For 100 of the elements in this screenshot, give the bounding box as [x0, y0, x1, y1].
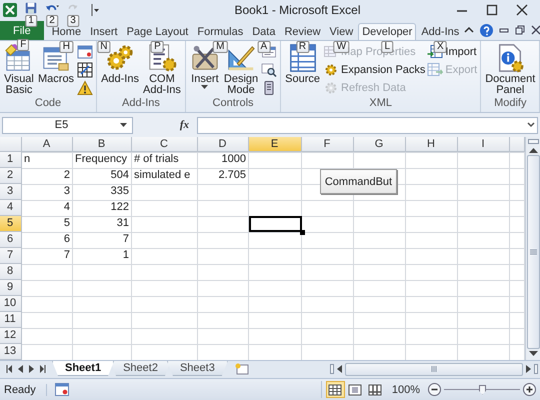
table-icon — [288, 43, 318, 73]
ribbon-tab[interactable]: Add-Ins — [417, 23, 464, 40]
page-break-icon — [368, 382, 382, 396]
gear-icon — [323, 80, 340, 96]
ribbon-tab[interactable]: View — [326, 23, 358, 40]
row-header[interactable]: 6 — [0, 232, 22, 248]
magnifier-icon — [261, 62, 278, 78]
separator-icon — [89, 3, 99, 17]
excel-logo-icon — [3, 3, 17, 17]
ribbon-button[interactable]: Expansion Packs — [322, 61, 426, 78]
sheet-tab[interactable]: Sheet2 — [110, 361, 171, 376]
table-cell-text: 5 — [62, 216, 71, 231]
save-button[interactable] — [25, 2, 37, 14]
ribbon-button[interactable] — [76, 61, 94, 78]
row-header[interactable]: 13 — [0, 344, 22, 360]
row-header[interactable]: 10 — [0, 296, 22, 312]
row-header[interactable]: 5 — [0, 216, 22, 232]
table-cell-text: 6 — [62, 232, 71, 247]
scroll-left-icon — [337, 365, 342, 373]
keytip-tooltip: M — [213, 41, 228, 53]
keytip-tooltip: 2 — [46, 15, 58, 27]
ribbon-button[interactable] — [76, 79, 94, 96]
fill-handle-icon — [300, 230, 305, 235]
formula-input[interactable] — [197, 116, 538, 134]
table-cell-text: simulated e — [133, 168, 192, 183]
save-icon — [25, 2, 37, 14]
table-cell-text: 1000 — [220, 152, 247, 167]
table-cell-text: 7 — [62, 248, 71, 263]
scroll-up-icon — [528, 147, 538, 153]
column-header[interactable]: F — [302, 137, 354, 152]
row-header[interactable]: 3 — [0, 184, 22, 200]
row-header[interactable]: 4 — [0, 200, 22, 216]
split-box-icon — [330, 364, 334, 374]
insert-sheet-icon — [234, 363, 250, 375]
row-header[interactable]: 9 — [0, 280, 22, 296]
table-cell-text: 7 — [122, 232, 130, 247]
gear-icon — [323, 62, 340, 78]
next-sheet-icon — [29, 365, 34, 373]
ruler-icon — [226, 43, 256, 73]
last-sheet-icon — [40, 365, 46, 373]
grid-icon — [328, 382, 342, 396]
table-cell-text: 1 — [122, 248, 130, 263]
column-header[interactable]: I — [458, 137, 510, 152]
ribbon-button[interactable] — [260, 61, 278, 78]
ribbon-tab[interactable]: Data — [248, 23, 280, 40]
ribbon-button[interactable]: Document Panel — [483, 43, 538, 97]
sheet-tab[interactable]: Sheet3 — [166, 361, 228, 376]
zoom-in-icon — [523, 383, 536, 396]
active-cell[interactable] — [249, 216, 302, 232]
first-sheet-icon — [6, 365, 12, 373]
scrollbar-thumb[interactable] — [345, 362, 523, 376]
group-label: Controls — [212, 97, 255, 111]
column-header[interactable]: E — [249, 137, 302, 152]
column-header[interactable]: A — [22, 137, 73, 152]
caret-icon — [120, 123, 127, 127]
row-header[interactable]: 7 — [0, 248, 22, 264]
row-header[interactable]: 8 — [0, 264, 22, 280]
group-label: XML — [368, 97, 393, 111]
table-cell-text: 2 — [62, 168, 71, 183]
column-header[interactable]: D — [198, 137, 249, 152]
keytip-tooltip: F — [17, 39, 30, 51]
column-header[interactable]: H — [406, 137, 458, 152]
column-header[interactable]: G — [354, 137, 406, 152]
row-header[interactable]: 12 — [0, 328, 22, 344]
table-cell-text: 504 — [110, 168, 130, 183]
command-button[interactable]: CommandBut — [320, 169, 397, 194]
list-icon — [146, 43, 177, 73]
row-header[interactable]: 1 — [0, 152, 22, 168]
split-box-icon — [534, 364, 538, 374]
column-header[interactable]: C — [132, 137, 198, 152]
keytip-tooltip: A — [258, 41, 270, 53]
table-cell-text: Frequency — [74, 152, 128, 167]
table-cell-text: 4 — [62, 200, 71, 215]
table-cell-text: 122 — [110, 200, 130, 215]
sheet-tab[interactable]: Sheet1 — [52, 361, 114, 376]
sheet-icon — [77, 44, 94, 60]
close-icon — [531, 25, 540, 35]
scrollbar-thumb[interactable] — [526, 155, 540, 349]
insert-function-button[interactable]: fx — [178, 119, 191, 131]
column-header[interactable]: B — [73, 137, 132, 152]
collapse-ribbon-icon — [464, 25, 474, 35]
zoom-level[interactable]: 100% — [392, 384, 420, 396]
name-box[interactable]: E5 — [2, 116, 133, 134]
help-icon — [480, 24, 494, 36]
keytip-tooltip: R — [296, 41, 310, 53]
maximize-icon — [486, 4, 498, 16]
table-cell-text: 2.705 — [217, 168, 247, 183]
row-header[interactable]: 11 — [0, 312, 22, 328]
window-title: Book1 - Microsoft Excel — [233, 3, 362, 17]
table-cell-text: 31 — [116, 216, 130, 231]
table-cell-text: 3 — [62, 184, 71, 199]
keytip-tooltip: P — [151, 41, 164, 53]
ribbon-tab[interactable]: Page Layout — [122, 23, 192, 40]
zoom-slider-thumb[interactable] — [479, 384, 486, 394]
view-button[interactable] — [326, 381, 345, 398]
ribbon-tab[interactable]: Formulas — [193, 23, 248, 40]
ribbon-tab[interactable]: Insert — [86, 23, 122, 40]
ribbon-tab[interactable]: Developer — [358, 23, 416, 40]
row-header[interactable]: 2 — [0, 168, 22, 184]
ribbon-tab[interactable]: Review — [280, 23, 325, 40]
